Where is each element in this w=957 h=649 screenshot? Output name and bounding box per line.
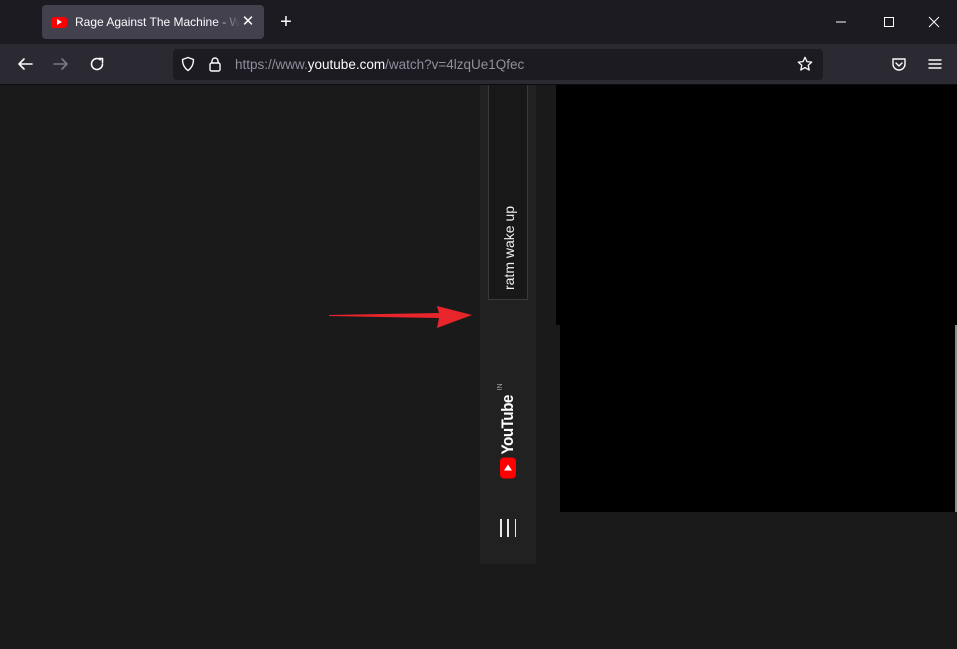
maximize-icon (884, 17, 894, 27)
page-content: ratm wake up YouTube IN (0, 85, 957, 649)
maximize-button[interactable] (866, 0, 912, 44)
close-icon (928, 16, 940, 28)
youtube-play-icon (500, 457, 516, 479)
new-tab-button[interactable]: + (275, 10, 297, 34)
address-bar[interactable]: https://www.youtube.com/watch?v=4lzqUe1Q… (173, 49, 823, 80)
country-code: IN (496, 383, 504, 391)
guide-menu-icon[interactable] (500, 519, 516, 537)
pocket-icon (892, 58, 906, 71)
bookmark-star-icon[interactable] (797, 56, 813, 77)
url-host: youtube.com (307, 57, 386, 72)
hamburger-menu-icon (928, 59, 942, 69)
forward-button[interactable] (47, 50, 75, 78)
video-player[interactable] (556, 85, 957, 325)
tab-strip: Rage Against The Machine - Wake Up ✕ + (0, 0, 957, 44)
annotation-arrow-icon (329, 306, 472, 328)
video-player-lower[interactable] (560, 325, 955, 512)
url-text: https://www.youtube.com/watch?v=4lzqUe1Q… (235, 57, 524, 72)
forward-arrow-icon (53, 58, 68, 70)
pocket-button[interactable] (885, 50, 913, 78)
url-scheme: https://www. (235, 57, 308, 72)
back-arrow-icon (18, 58, 33, 70)
url-path: /watch?v=4lzqUe1Qfec (385, 57, 525, 72)
close-window-button[interactable] (911, 0, 957, 44)
minimize-icon (836, 21, 846, 23)
tab-close-icon[interactable]: ✕ (240, 14, 256, 30)
youtube-logo[interactable]: YouTube IN (496, 383, 518, 479)
reload-icon (90, 57, 104, 71)
tab-title: Rage Against The Machine - Wake Up (75, 15, 241, 29)
padlock-icon[interactable] (207, 56, 223, 77)
browser-tab-active[interactable]: Rage Against The Machine - Wake Up ✕ (42, 5, 264, 39)
search-query-text: ratm wake up (501, 205, 517, 291)
youtube-wordmark: YouTube (498, 395, 517, 455)
navigation-toolbar: https://www.youtube.com/watch?v=4lzqUe1Q… (0, 44, 957, 85)
app-menu-button[interactable] (921, 50, 949, 78)
youtube-favicon-icon (51, 16, 67, 28)
tracking-protection-shield-icon[interactable] (180, 56, 196, 77)
back-button[interactable] (11, 50, 39, 78)
reload-button[interactable] (83, 50, 111, 78)
minimize-button[interactable] (818, 0, 864, 44)
